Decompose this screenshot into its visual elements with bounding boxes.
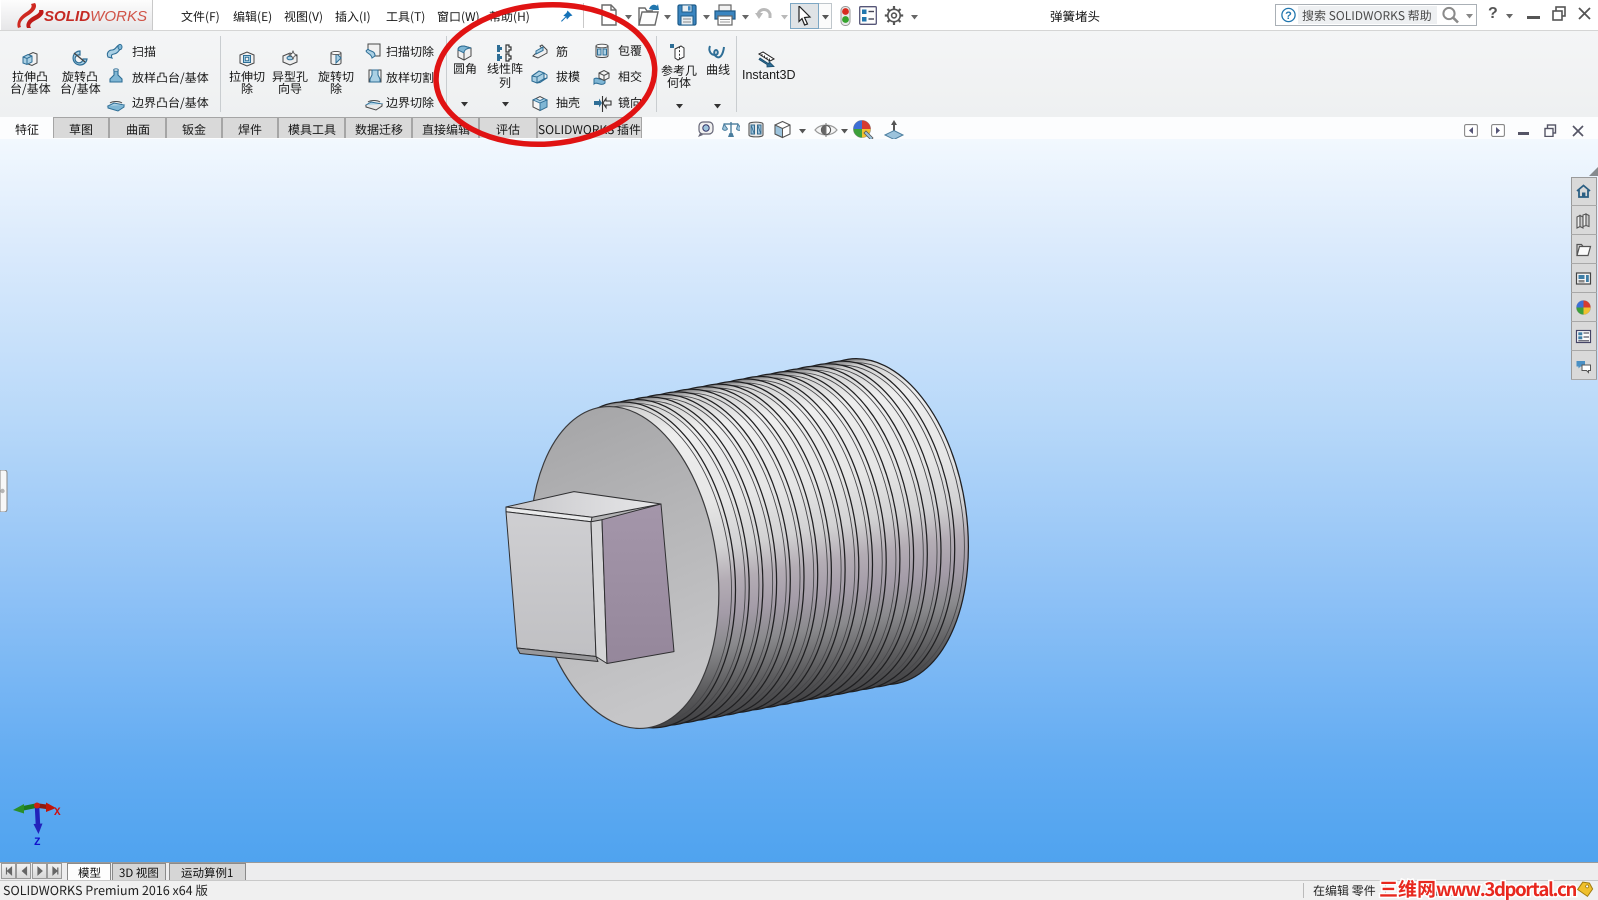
svg-text:X: X bbox=[54, 807, 61, 819]
svg-text:?: ? bbox=[1285, 10, 1292, 22]
svg-text:Z: Z bbox=[34, 837, 41, 849]
